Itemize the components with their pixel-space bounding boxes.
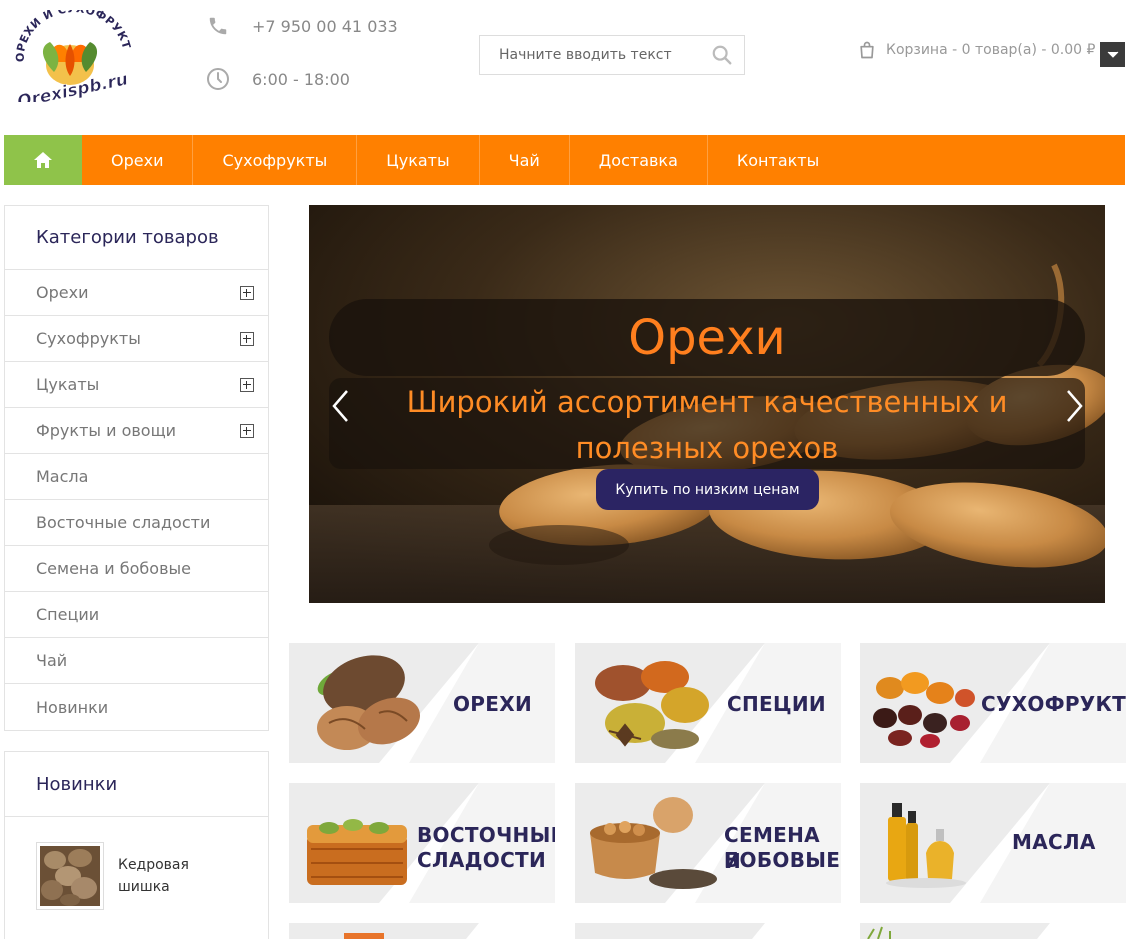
nav-item-nuts[interactable]: Орехи [82, 135, 194, 185]
tile-row3-1-image [289, 923, 479, 939]
tile-oils[interactable]: МАСЛА [860, 783, 1126, 903]
clock-icon [206, 67, 230, 91]
nav-item-candied-fruits[interactable]: Цукаты [357, 135, 480, 185]
tile-row3-2-image [575, 923, 765, 939]
category-label: Чай [36, 651, 68, 670]
tile-oriental-sweets[interactable]: ВОСТОЧНЫЕ СЛАДОСТИ [289, 783, 555, 903]
category-spices[interactable]: Специи [5, 592, 268, 638]
buy-cheap-button[interactable]: Купить по низким ценам [596, 469, 819, 510]
hours-text: 6:00 - 18:00 [252, 69, 350, 89]
categories-panel: Категории товаров Орехи Сухофрукты Цукат… [4, 205, 269, 731]
tile-seeds-legumes[interactable]: СЕМЕНА И БОБОВЫЕ [575, 783, 841, 903]
tile-row3-3-image [860, 923, 1050, 939]
category-candied-fruits[interactable]: Цукаты [5, 362, 268, 408]
category-label: Специи [36, 605, 100, 624]
category-oils[interactable]: Масла [5, 454, 268, 500]
main-navigation: Орехи Сухофрукты Цукаты Чай Доставка Кон… [4, 135, 1125, 185]
home-button[interactable] [4, 135, 82, 185]
slider-next-button[interactable] [1064, 389, 1084, 423]
category-fruits-vegetables[interactable]: Фрукты и овощи [5, 408, 268, 454]
slide-title: Орехи [329, 299, 1085, 376]
search-icon [712, 45, 732, 65]
site-logo[interactable]: ОРЕХИ И СУХОФРУКТЫ Orexispb.ru [4, 0, 133, 113]
category-nuts[interactable]: Орехи [5, 270, 268, 316]
expand-icon[interactable] [240, 377, 254, 392]
tile-label: СПЕЦИИ [727, 692, 826, 716]
category-tea[interactable]: Чай [5, 638, 268, 684]
expand-icon[interactable] [240, 423, 254, 438]
cart-summary[interactable]: Корзина - 0 товар(а) - 0.00 ₽ [857, 40, 1095, 60]
category-label: Новинки [36, 697, 109, 717]
shopping-bag-icon [860, 41, 874, 59]
chevron-right-icon [1067, 390, 1083, 422]
category-oriental-sweets[interactable]: Восточные сладости [5, 500, 268, 546]
tile-dried-fruits[interactable]: СУХОФРУКТЫ [860, 643, 1126, 763]
working-hours: 6:00 - 18:00 [206, 67, 350, 91]
chevron-left-icon [332, 390, 348, 422]
tile-label: ВОСТОЧНЫЕ [417, 823, 555, 847]
product-name[interactable]: Кедровая шишка [118, 854, 198, 898]
chevron-down-icon [1107, 51, 1118, 58]
phone-number: +7 950 00 41 033 [252, 16, 398, 36]
tile-row3-2[interactable] [575, 923, 841, 939]
search-button[interactable] [700, 36, 744, 74]
search-box [479, 35, 745, 75]
hero-slider: Орехи Широкий ассортимент качественных и… [309, 205, 1105, 603]
tile-label: БОБОВЫЕ [724, 848, 841, 872]
nav-item-tea[interactable]: Чай [480, 135, 570, 185]
category-label: Цукаты [36, 375, 100, 394]
expand-icon[interactable] [240, 331, 254, 346]
tile-label: МАСЛА [1012, 830, 1096, 854]
cart-label: Корзина - 0 товар(а) - 0.00 ₽ [886, 42, 1096, 58]
nav-item-dried-fruits[interactable]: Сухофрукты [193, 135, 358, 185]
category-label: Семена и бобовые [36, 559, 191, 578]
category-label: Орехи [36, 283, 89, 302]
tile-row3-3[interactable] [860, 923, 1126, 939]
tile-label: СЛАДОСТИ [417, 848, 547, 872]
categories-title: Категории товаров [5, 206, 268, 270]
new-product-item[interactable]: Кедровая шишка [5, 817, 268, 910]
cart-dropdown-button[interactable] [1100, 42, 1125, 67]
expand-icon[interactable] [240, 285, 254, 300]
category-label: Сухофрукты [36, 329, 141, 348]
category-label: Фрукты и овощи [36, 421, 177, 440]
category-seeds-legumes[interactable]: Семена и бобовые [5, 546, 268, 592]
phone-contact[interactable]: +7 950 00 41 033 [206, 14, 398, 38]
search-input[interactable] [480, 36, 700, 74]
nav-item-delivery[interactable]: Доставка [570, 135, 708, 185]
tile-nuts[interactable]: ОРЕХИ [289, 643, 555, 763]
tile-label: ОРЕХИ [453, 692, 532, 716]
tile-label: СУХОФРУКТЫ [981, 692, 1126, 716]
slide-description: Широкий ассортимент качественных и полез… [329, 378, 1085, 469]
phone-icon [206, 14, 230, 38]
nav-item-contacts[interactable]: Контакты [708, 135, 848, 185]
tile-spices[interactable]: СПЕЦИИ [575, 643, 841, 763]
category-label: Восточные сладости [36, 513, 211, 532]
new-products-title: Новинки [5, 752, 268, 817]
home-icon [34, 152, 52, 168]
tile-row3-1[interactable] [289, 923, 555, 939]
category-new[interactable]: Новинки [5, 684, 268, 730]
category-dried-fruits[interactable]: Сухофрукты [5, 316, 268, 362]
category-label: Масла [36, 467, 89, 486]
new-products-panel: Новинки Кедровая шишка [4, 751, 269, 939]
slider-prev-button[interactable] [331, 389, 351, 423]
product-thumbnail[interactable] [36, 842, 104, 910]
